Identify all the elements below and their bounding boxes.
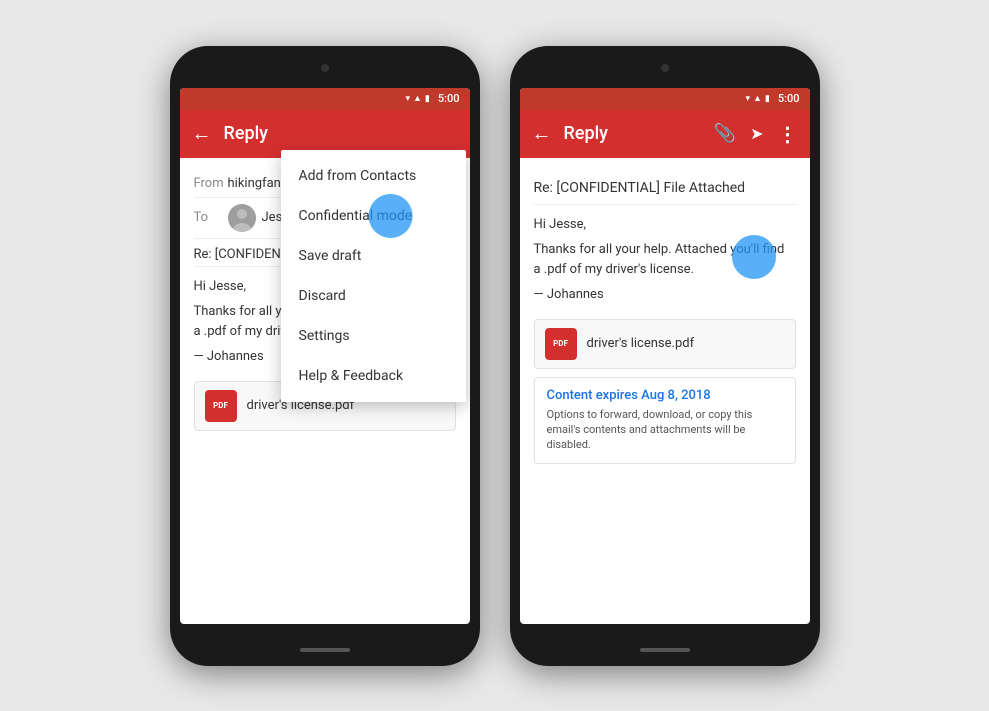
back-button-2[interactable]: ← bbox=[532, 121, 552, 146]
pdf-icon-text-2: PDF bbox=[553, 339, 568, 348]
status-bar-2: ▾ ▲ ▮ 5:00 bbox=[520, 88, 810, 110]
phone-1: ▾ ▲ ▮ 5:00 ← Reply From hikingfan@gma...… bbox=[170, 46, 480, 666]
back-button-1[interactable]: ← bbox=[192, 121, 212, 146]
status-time-1: 5:00 bbox=[438, 92, 460, 105]
toolbar-title-1: Reply bbox=[224, 123, 458, 144]
dropdown-menu-1: Add from Contacts Confidential mode Save… bbox=[281, 150, 466, 402]
toolbar-title-2: Reply bbox=[564, 123, 702, 144]
touch-ripple-1 bbox=[369, 194, 413, 238]
menu-item-add-contacts[interactable]: Add from Contacts bbox=[281, 156, 466, 196]
menu-item-discard[interactable]: Discard bbox=[281, 276, 466, 316]
battery-icon-1: ▮ bbox=[425, 94, 430, 104]
menu-item-help[interactable]: Help & Feedback bbox=[281, 356, 466, 396]
home-indicator-1 bbox=[300, 648, 350, 652]
menu-item-save-draft[interactable]: Save draft bbox=[281, 236, 466, 276]
confidential-title: Content expires Aug 8, 2018 bbox=[547, 388, 783, 403]
pdf-icon-text-1: PDF bbox=[213, 401, 228, 410]
more-icon[interactable]: ⋮ bbox=[778, 122, 798, 146]
menu-item-confidential[interactable]: Confidential mode bbox=[281, 196, 466, 236]
camera-dot-2 bbox=[661, 64, 669, 72]
status-time-2: 5:00 bbox=[778, 92, 800, 105]
toolbar-2: ← Reply 📎 ➤ ⋮ bbox=[520, 110, 810, 158]
subject-text-2: Re: [CONFIDENTIAL] File Attached bbox=[534, 180, 746, 196]
phone-2: ▾ ▲ ▮ 5:00 ← Reply 📎 ➤ ⋮ Re: [CONFIDENTI… bbox=[510, 46, 820, 666]
toolbar-actions-2: 📎 ➤ ⋮ bbox=[714, 122, 798, 146]
body2-line-0: Hi Jesse, bbox=[534, 215, 796, 235]
signal-icon-1: ▲ bbox=[413, 93, 422, 104]
pdf-icon-2: PDF bbox=[545, 328, 577, 360]
status-icons-2: ▾ ▲ ▮ bbox=[745, 93, 769, 104]
body2-line-5: — Johannes bbox=[534, 285, 796, 305]
status-bar-1: ▾ ▲ ▮ 5:00 bbox=[180, 88, 470, 110]
attach-icon[interactable]: 📎 bbox=[714, 123, 736, 144]
send-icon[interactable]: ➤ bbox=[750, 124, 763, 143]
avatar-1 bbox=[228, 204, 256, 232]
wifi-icon-2: ▾ bbox=[745, 94, 750, 104]
phone-screen-1: ▾ ▲ ▮ 5:00 ← Reply From hikingfan@gma...… bbox=[180, 88, 470, 624]
home-indicator-2 bbox=[640, 648, 690, 652]
phone-screen-2: ▾ ▲ ▮ 5:00 ← Reply 📎 ➤ ⋮ Re: [CONFIDENTI… bbox=[520, 88, 810, 624]
camera-dot-1 bbox=[321, 64, 329, 72]
wifi-icon-1: ▾ bbox=[405, 94, 410, 104]
status-icons-1: ▾ ▲ ▮ bbox=[405, 93, 429, 104]
attachment-card-2[interactable]: PDF driver's license.pdf bbox=[534, 319, 796, 369]
menu-item-settings[interactable]: Settings bbox=[281, 316, 466, 356]
email-content-2: Re: [CONFIDENTIAL] File Attached Hi Jess… bbox=[520, 158, 810, 476]
body-text-2: Hi Jesse, Thanks for all your help. Atta… bbox=[534, 205, 796, 311]
confidential-card: Content expires Aug 8, 2018 Options to f… bbox=[534, 377, 796, 464]
body2-line-3: a .pdf of my driver's license. bbox=[534, 260, 796, 280]
attachment-name-2: driver's license.pdf bbox=[587, 336, 695, 351]
confidential-body: Options to forward, download, or copy th… bbox=[547, 407, 783, 453]
signal-icon-2: ▲ bbox=[753, 93, 762, 104]
battery-icon-2: ▮ bbox=[765, 94, 770, 104]
to-label: To bbox=[194, 210, 228, 225]
body2-line-2: Thanks for all your help. Attached you'l… bbox=[534, 240, 796, 260]
subject-row-2: Re: [CONFIDENTIAL] File Attached bbox=[534, 170, 796, 205]
from-label: From bbox=[194, 176, 228, 191]
pdf-icon-1: PDF bbox=[205, 390, 237, 422]
